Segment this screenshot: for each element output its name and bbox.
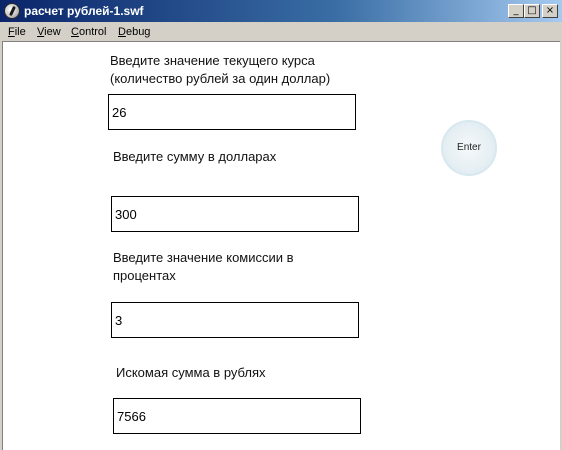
commission-label: Введите значение комиссии в процентах	[113, 249, 294, 285]
rate-label-line1: Введите значение текущего курса	[110, 53, 315, 68]
commission-label-line1: Введите значение комиссии в	[113, 250, 294, 265]
menu-control-accel: C	[71, 26, 79, 38]
menu-view-label: iew	[44, 26, 61, 38]
result-output[interactable]	[113, 398, 361, 434]
dollars-input[interactable]	[111, 196, 359, 232]
menu-bar: File View Control Debug	[0, 22, 562, 41]
menu-view[interactable]: View	[37, 25, 61, 39]
title-bar[interactable]: расчет рублей-1.swf _ □ ×	[0, 0, 562, 22]
menu-control-label: ontrol	[78, 26, 107, 38]
flash-stage: Введите значение текущего курса (количес…	[2, 41, 560, 450]
dollars-label: Введите сумму в долларах	[113, 149, 277, 164]
flash-player-icon	[4, 3, 20, 19]
menu-file-accel: F	[8, 26, 15, 38]
rate-label: Введите значение текущего курса (количес…	[110, 52, 330, 88]
window-title: расчет рублей-1.swf	[24, 4, 144, 18]
menu-debug-accel: D	[118, 26, 126, 38]
commission-label-line2: процентах	[113, 268, 176, 283]
menu-file-label: ile	[14, 26, 26, 38]
enter-button[interactable]: Enter	[441, 120, 497, 176]
rate-input[interactable]	[108, 94, 356, 130]
menu-debug[interactable]: Debug	[118, 25, 150, 39]
maximize-button[interactable]: □	[524, 4, 540, 18]
menu-debug-label: ebug	[125, 26, 151, 38]
minimize-button[interactable]: _	[508, 4, 524, 18]
rate-label-line2: (количество рублей за один доллар)	[110, 71, 331, 86]
menu-file[interactable]: File	[8, 25, 26, 39]
commission-input[interactable]	[111, 302, 359, 338]
result-label: Искомая сумма в рублях	[116, 365, 266, 380]
menu-control[interactable]: Control	[71, 25, 106, 39]
close-button[interactable]: ×	[542, 4, 558, 18]
